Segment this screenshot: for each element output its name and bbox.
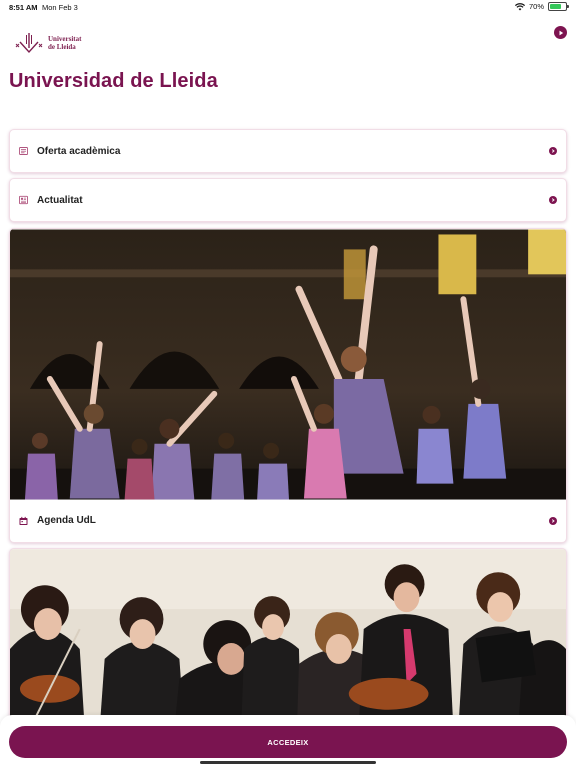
page-title: Universidad de Lleida — [9, 70, 218, 92]
card-orchestra[interactable] — [9, 548, 567, 728]
logo-text: Universitat de Lleida — [48, 35, 81, 51]
home-indicator[interactable] — [200, 761, 376, 764]
news-icon — [19, 195, 28, 205]
chevron-right-icon — [549, 196, 557, 204]
status-date: Mon Feb 3 — [42, 3, 78, 12]
menu-item-label: Actualitat — [37, 194, 83, 206]
dancers-photo — [10, 229, 566, 500]
catalog-icon — [19, 147, 28, 155]
battery-icon — [548, 2, 569, 11]
chevron-right-icon — [549, 147, 557, 155]
card-footer: Agenda UdL — [10, 500, 566, 542]
card-label: Agenda UdL — [37, 515, 96, 526]
menu-item-label: Oferta acadèmica — [37, 145, 121, 157]
university-logo: Universitat de Lleida — [15, 32, 81, 54]
logo-line1: Universitat — [48, 35, 82, 43]
menu-item-oferta-academica[interactable]: Oferta acadèmica — [9, 129, 567, 173]
menu-item-actualitat[interactable]: Actualitat — [9, 178, 567, 222]
play-button[interactable] — [554, 26, 567, 39]
status-time: 8:51 AM — [9, 3, 38, 12]
status-indicators: 70% — [514, 2, 569, 11]
logo-emblem-icon — [15, 33, 43, 54]
accedeix-button[interactable]: ACCEDEIX — [9, 726, 567, 758]
chevron-right-icon — [549, 517, 557, 525]
card-agenda-udl[interactable]: Agenda UdL — [9, 228, 567, 543]
play-icon — [559, 30, 563, 35]
logo-line2: de Lleida — [48, 43, 76, 51]
status-bar: 8:51 AM Mon Feb 3 70% — [0, 0, 576, 14]
battery-percent: 70% — [528, 2, 544, 11]
wifi-icon — [514, 2, 525, 10]
calendar-icon — [19, 516, 28, 525]
orchestra-photo — [10, 549, 566, 727]
